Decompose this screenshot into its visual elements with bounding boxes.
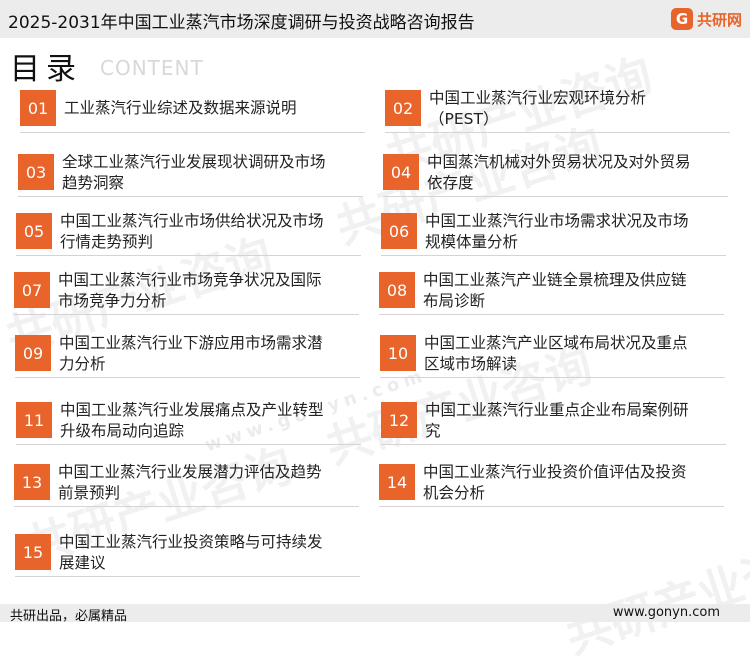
toc-divider [380, 377, 725, 378]
toc-item[interactable]: 08 中国工业蒸汽产业链全景梳理及供应链布局诊断 [379, 270, 729, 328]
toc-item-text: 工业蒸汽行业综述及数据来源说明 [64, 99, 297, 117]
toc-item-text: 中国工业蒸汽行业重点企业布局案例研究 [425, 401, 689, 440]
header-bar: 2025-2031年中国工业蒸汽市场深度调研与投资战略咨询报告 G 共研网 [0, 0, 750, 38]
toc-item-text: 中国工业蒸汽行业宏观环境分析（PEST） [429, 89, 647, 128]
toc-number-badge: 10 [380, 335, 416, 371]
toc-item[interactable]: 05 中国工业蒸汽行业市场供给状况及市场行情走势预判 [16, 211, 366, 269]
watermark-text: 共研产业咨询 [559, 527, 750, 665]
toc-number-badge: 12 [381, 402, 417, 438]
brand-logo-icon: G [670, 8, 693, 30]
toc-item-text: 中国工业蒸汽行业投资价值评估及投资机会分析 [423, 463, 687, 502]
toc-divider [379, 506, 724, 507]
toc-item-text: 中国工业蒸汽行业发展痛点及产业转型升级布局动向追踪 [60, 401, 324, 440]
toc-divider [20, 132, 365, 133]
footer-bar: 共研出品，必属精品 www.gonyn.com [0, 604, 750, 624]
toc-divider [385, 132, 730, 133]
toc-number-badge: 11 [16, 402, 52, 438]
toc-item-text: 中国工业蒸汽产业区域布局状况及重点区域市场解读 [424, 334, 688, 373]
footer-slogan: 共研出品，必属精品 [10, 609, 128, 624]
toc-item[interactable]: 11 中国工业蒸汽行业发展痛点及产业转型升级布局动向追踪 [16, 400, 366, 458]
toc-divider [383, 196, 728, 197]
toc-divider [381, 255, 726, 256]
toc-number-badge: 14 [379, 464, 415, 500]
toc-number-badge: 07 [14, 272, 50, 308]
toc-divider [15, 576, 360, 577]
toc-item[interactable]: 13 中国工业蒸汽行业发展潜力评估及趋势前景预判 [14, 462, 364, 520]
toc-divider [18, 196, 363, 197]
toc-number-badge: 08 [379, 272, 415, 308]
toc-item-text: 中国工业蒸汽行业市场供给状况及市场行情走势预判 [60, 212, 324, 251]
toc-item[interactable]: 03 全球工业蒸汽行业发展现状调研及市场趋势洞察 [18, 152, 368, 210]
toc-divider [16, 444, 361, 445]
report-title: 2025-2031年中国工业蒸汽市场深度调研与投资战略咨询报告 [8, 13, 475, 33]
toc-item-text: 中国工业蒸汽行业投资策略与可持续发展建议 [59, 533, 323, 572]
toc-divider [16, 255, 361, 256]
toc-item[interactable]: 06 中国工业蒸汽行业市场需求状况及市场规模体量分析 [381, 211, 731, 269]
toc-item-text: 中国工业蒸汽产业链全景梳理及供应链布局诊断 [423, 271, 687, 310]
toc-item[interactable]: 09 中国工业蒸汽行业下游应用市场需求潜力分析 [15, 333, 365, 391]
toc-number-badge: 09 [15, 335, 51, 371]
toc-divider [14, 314, 359, 315]
toc-divider [379, 314, 724, 315]
toc-item-text: 全球工业蒸汽行业发展现状调研及市场趋势洞察 [62, 153, 326, 192]
toc-number-badge: 15 [15, 534, 51, 570]
toc-number-badge: 04 [383, 154, 419, 190]
toc-divider [381, 444, 726, 445]
toc-number-badge: 06 [381, 213, 417, 249]
toc-divider [14, 506, 359, 507]
toc-number-badge: 01 [20, 90, 56, 126]
toc-item[interactable]: 14 中国工业蒸汽行业投资价值评估及投资机会分析 [379, 462, 729, 520]
page-heading: 目录 [10, 52, 82, 87]
toc-divider [15, 377, 360, 378]
toc-item-text: 中国工业蒸汽行业发展潜力评估及趋势前景预判 [58, 463, 322, 502]
toc-item-text: 中国工业蒸汽行业市场需求状况及市场规模体量分析 [425, 212, 689, 251]
toc-item-text: 中国工业蒸汽行业下游应用市场需求潜力分析 [59, 334, 323, 373]
page-subheading: CONTENT [100, 56, 204, 80]
toc-item[interactable]: 12 中国工业蒸汽行业重点企业布局案例研究 [381, 400, 731, 458]
toc-item[interactable]: 01 工业蒸汽行业综述及数据来源说明 [20, 88, 370, 146]
toc-item-text: 中国工业蒸汽行业市场竞争状况及国际市场竞争力分析 [58, 271, 322, 310]
footer-site-link[interactable]: www.gonyn.com [613, 605, 720, 620]
toc-item[interactable]: 15 中国工业蒸汽行业投资策略与可持续发展建议 [15, 532, 365, 590]
brand: G 共研网 [670, 8, 742, 30]
toc-number-badge: 02 [385, 90, 421, 126]
brand-name: 共研网 [696, 10, 742, 29]
toc-item[interactable]: 07 中国工业蒸汽行业市场竞争状况及国际市场竞争力分析 [14, 270, 364, 328]
toc-number-badge: 05 [16, 213, 52, 249]
toc-item-text: 中国蒸汽机械对外贸易状况及对外贸易依存度 [427, 153, 691, 192]
toc-number-badge: 13 [14, 464, 50, 500]
toc-item[interactable]: 02 中国工业蒸汽行业宏观环境分析（PEST） [385, 88, 735, 146]
toc-item[interactable]: 04 中国蒸汽机械对外贸易状况及对外贸易依存度 [383, 152, 733, 210]
toc-number-badge: 03 [18, 154, 54, 190]
toc-item[interactable]: 10 中国工业蒸汽产业区域布局状况及重点区域市场解读 [380, 333, 730, 391]
